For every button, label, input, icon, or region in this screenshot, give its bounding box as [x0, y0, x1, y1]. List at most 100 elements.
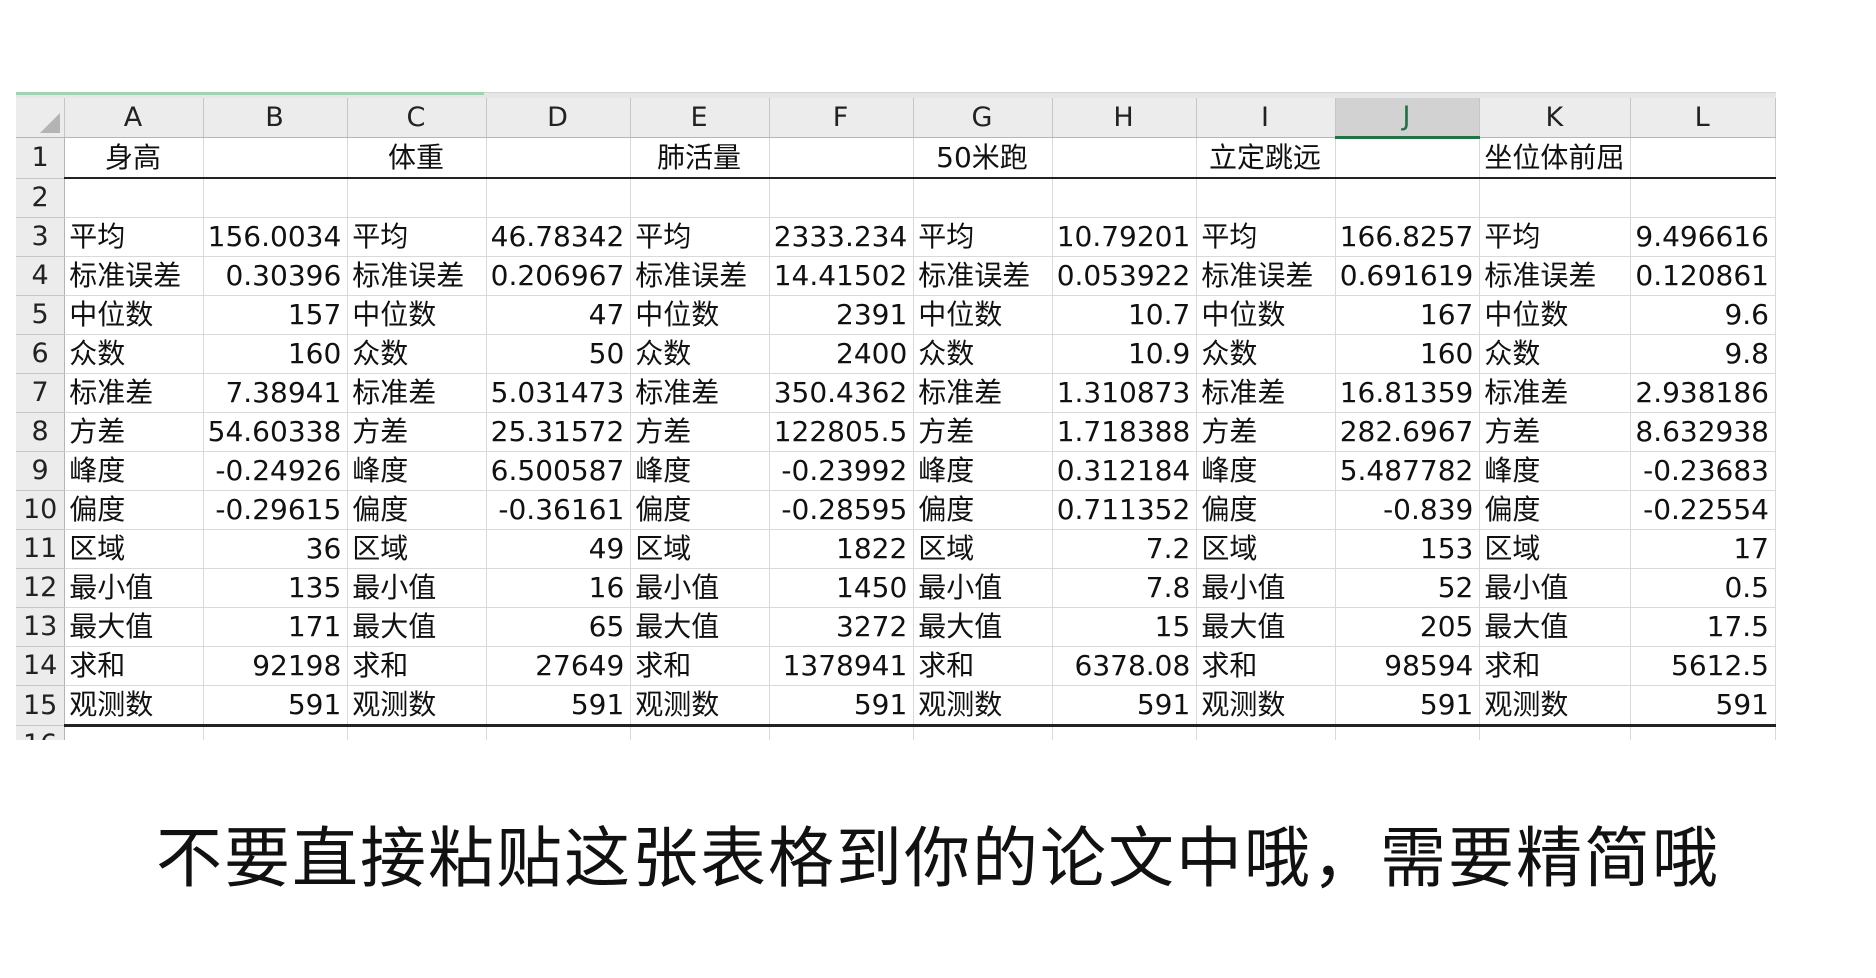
row-header-3[interactable]: 3: [16, 217, 66, 257]
cell-a6[interactable]: 众数: [64, 334, 204, 374]
cell-b3[interactable]: 156.0034: [203, 217, 349, 257]
cell-i16[interactable]: [1196, 725, 1336, 740]
cell-g15[interactable]: 观测数: [913, 685, 1053, 727]
cell-e2[interactable]: [630, 178, 770, 218]
row-header-6[interactable]: 6: [16, 334, 66, 374]
cell-l7[interactable]: 2.938186: [1630, 373, 1776, 413]
cell-l8[interactable]: 8.632938: [1630, 412, 1776, 452]
cell-k13[interactable]: 最大值: [1479, 607, 1632, 647]
cell-e5[interactable]: 中位数: [630, 295, 770, 335]
column-header-k[interactable]: K: [1479, 98, 1632, 138]
cell-i11[interactable]: 区域: [1196, 529, 1336, 569]
cell-h2[interactable]: [1052, 178, 1198, 218]
cell-b14[interactable]: 92198: [203, 646, 349, 686]
cell-f1[interactable]: [769, 137, 915, 179]
cell-k2[interactable]: [1479, 178, 1632, 218]
cell-c13[interactable]: 最大值: [347, 607, 487, 647]
cell-c4[interactable]: 标准误差: [347, 256, 487, 296]
cell-l12[interactable]: 0.5: [1630, 568, 1776, 608]
cell-b9[interactable]: -0.24926: [203, 451, 349, 491]
cell-h5[interactable]: 10.7: [1052, 295, 1198, 335]
cell-g2[interactable]: [913, 178, 1053, 218]
cell-a3[interactable]: 平均: [64, 217, 204, 257]
cell-k10[interactable]: 偏度: [1479, 490, 1632, 530]
cell-l3[interactable]: 9.496616: [1630, 217, 1776, 257]
cell-a10[interactable]: 偏度: [64, 490, 204, 530]
cell-f16[interactable]: [769, 725, 915, 740]
cell-k14[interactable]: 求和: [1479, 646, 1632, 686]
cell-d15[interactable]: 591: [486, 685, 632, 727]
cell-c3[interactable]: 平均: [347, 217, 487, 257]
cell-k1[interactable]: 坐位体前屈: [1479, 137, 1632, 179]
cell-f4[interactable]: 14.41502: [769, 256, 915, 296]
cell-b6[interactable]: 160: [203, 334, 349, 374]
cell-l16[interactable]: [1630, 725, 1776, 740]
cell-b12[interactable]: 135: [203, 568, 349, 608]
cell-g13[interactable]: 最大值: [913, 607, 1053, 647]
column-header-b[interactable]: B: [203, 98, 349, 138]
cell-h16[interactable]: [1052, 725, 1198, 740]
cell-b4[interactable]: 0.30396: [203, 256, 349, 296]
cell-k8[interactable]: 方差: [1479, 412, 1632, 452]
cell-a9[interactable]: 峰度: [64, 451, 204, 491]
cell-j4[interactable]: 0.691619: [1335, 256, 1481, 296]
cell-b11[interactable]: 36: [203, 529, 349, 569]
cell-j14[interactable]: 98594: [1335, 646, 1481, 686]
cell-l14[interactable]: 5612.5: [1630, 646, 1776, 686]
cell-l4[interactable]: 0.120861: [1630, 256, 1776, 296]
cell-i1[interactable]: 立定跳远: [1196, 137, 1336, 179]
cell-b15[interactable]: 591: [203, 685, 349, 727]
cell-a4[interactable]: 标准误差: [64, 256, 204, 296]
cell-f15[interactable]: 591: [769, 685, 915, 727]
cell-k11[interactable]: 区域: [1479, 529, 1632, 569]
cell-c15[interactable]: 观测数: [347, 685, 487, 727]
cell-l2[interactable]: [1630, 178, 1776, 218]
cell-j11[interactable]: 153: [1335, 529, 1481, 569]
row-header-8[interactable]: 8: [16, 412, 66, 452]
cell-e12[interactable]: 最小值: [630, 568, 770, 608]
cell-h6[interactable]: 10.9: [1052, 334, 1198, 374]
cell-d8[interactable]: 25.31572: [486, 412, 632, 452]
spreadsheet-grid[interactable]: A B C D E F G H I J K L 1 身高 体重 肺活量 50米跑…: [16, 98, 1776, 740]
cell-a15[interactable]: 观测数: [64, 685, 204, 727]
cell-b1[interactable]: [203, 137, 349, 179]
cell-d12[interactable]: 16: [486, 568, 632, 608]
cell-a2[interactable]: [64, 178, 204, 218]
cell-d5[interactable]: 47: [486, 295, 632, 335]
cell-f12[interactable]: 1450: [769, 568, 915, 608]
cell-j15[interactable]: 591: [1335, 685, 1481, 727]
cell-i8[interactable]: 方差: [1196, 412, 1336, 452]
cell-i7[interactable]: 标准差: [1196, 373, 1336, 413]
cell-d6[interactable]: 50: [486, 334, 632, 374]
cell-i2[interactable]: [1196, 178, 1336, 218]
cell-j5[interactable]: 167: [1335, 295, 1481, 335]
cell-h1[interactable]: [1052, 137, 1198, 179]
cell-g4[interactable]: 标准误差: [913, 256, 1053, 296]
cell-k3[interactable]: 平均: [1479, 217, 1632, 257]
cell-h13[interactable]: 15: [1052, 607, 1198, 647]
cell-f10[interactable]: -0.28595: [769, 490, 915, 530]
cell-e4[interactable]: 标准误差: [630, 256, 770, 296]
cell-g8[interactable]: 方差: [913, 412, 1053, 452]
cell-j10[interactable]: -0.839: [1335, 490, 1481, 530]
cell-i4[interactable]: 标准误差: [1196, 256, 1336, 296]
cell-g3[interactable]: 平均: [913, 217, 1053, 257]
cell-e1[interactable]: 肺活量: [630, 137, 770, 179]
select-all-corner[interactable]: [16, 98, 66, 138]
cell-b13[interactable]: 171: [203, 607, 349, 647]
cell-d1[interactable]: [486, 137, 632, 179]
cell-a1[interactable]: 身高: [64, 137, 204, 179]
cell-j3[interactable]: 166.8257: [1335, 217, 1481, 257]
cell-l15[interactable]: 591: [1630, 685, 1776, 727]
cell-c9[interactable]: 峰度: [347, 451, 487, 491]
row-header-15[interactable]: 15: [16, 685, 66, 726]
cell-a12[interactable]: 最小值: [64, 568, 204, 608]
cell-j9[interactable]: 5.487782: [1335, 451, 1481, 491]
cell-j12[interactable]: 52: [1335, 568, 1481, 608]
cell-c16[interactable]: [347, 725, 487, 740]
row-header-7[interactable]: 7: [16, 373, 66, 413]
column-header-a[interactable]: A: [64, 98, 204, 138]
cell-l13[interactable]: 17.5: [1630, 607, 1776, 647]
cell-a8[interactable]: 方差: [64, 412, 204, 452]
cell-j13[interactable]: 205: [1335, 607, 1481, 647]
